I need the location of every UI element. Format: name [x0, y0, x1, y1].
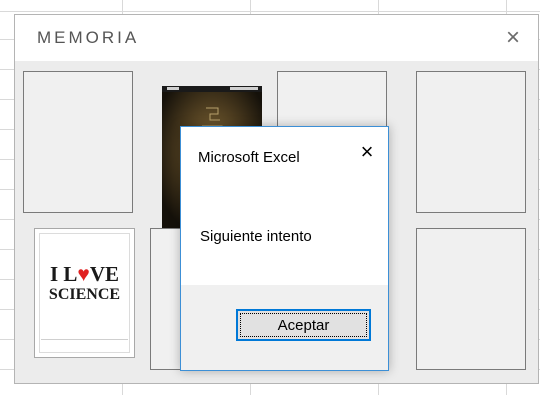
memory-card-1[interactable] [23, 71, 133, 213]
heart-icon: ♥ [77, 262, 90, 286]
accept-button[interactable]: Aceptar [236, 309, 371, 341]
memory-card-4[interactable] [416, 71, 526, 213]
close-icon[interactable]: × [354, 139, 380, 165]
message-box-title: Microsoft Excel [198, 149, 300, 166]
science-image-line2: SCIENCE [48, 286, 121, 303]
message-box-footer: Aceptar [181, 285, 388, 370]
memory-card-8[interactable] [416, 228, 526, 370]
form-titlebar: MEMORIA × [15, 15, 538, 61]
form-close-icon[interactable]: × [498, 23, 528, 53]
message-text: Siguiente intento [200, 228, 312, 245]
memory-card-5[interactable]: I L♥VE SCIENCE [34, 228, 135, 358]
science-image-line1: I L♥VE [49, 262, 120, 286]
accept-button-label: Aceptar [277, 316, 330, 334]
form-title: MEMORIA [37, 28, 140, 47]
message-box: Microsoft Excel × Siguiente intento Acep… [180, 126, 389, 371]
